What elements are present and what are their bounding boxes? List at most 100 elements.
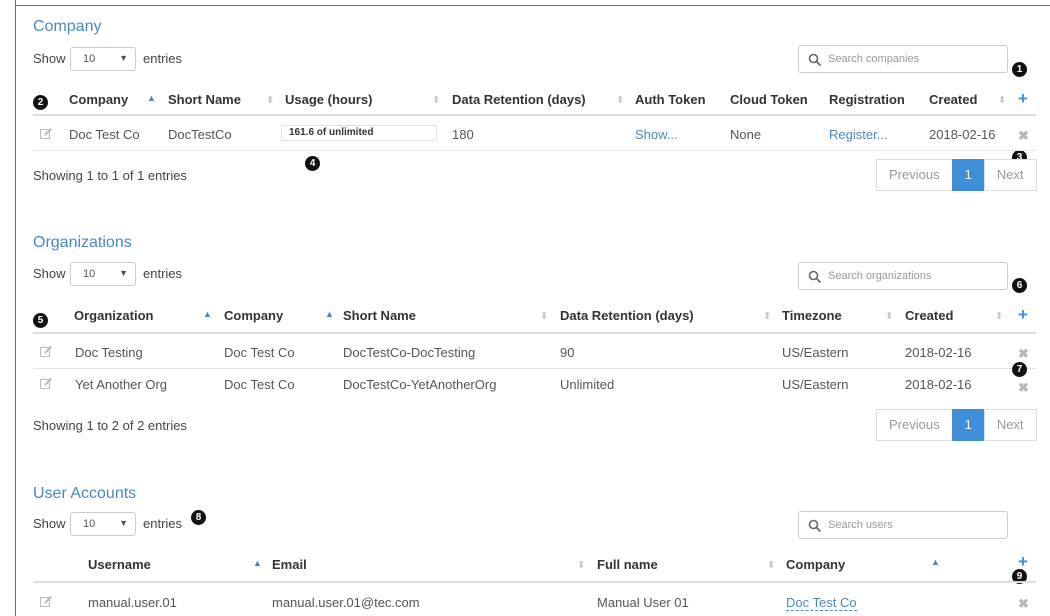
users-search-input[interactable]: Search users [798, 511, 1008, 539]
users-entries-value: 10 [83, 518, 96, 530]
edit-icon [40, 128, 52, 139]
col-header-username[interactable]: Username [88, 557, 151, 572]
sort-asc-icon[interactable]: ▲ [253, 558, 262, 568]
org-show-label: Show [33, 266, 66, 281]
org-cell-company: Doc Test Co [224, 377, 295, 392]
col-header-auth-token[interactable]: Auth Token [635, 92, 706, 107]
company-cell-cloud-token: None [730, 127, 762, 142]
org-cell-name: Yet Another Org [75, 377, 168, 392]
delete-organization-button[interactable]: ✖ [1018, 380, 1029, 396]
sort-asc-icon[interactable]: ▲ [147, 93, 156, 103]
col-header-usage[interactable]: Usage (hours) [285, 92, 372, 107]
col-header-organization[interactable]: Organization [74, 308, 153, 323]
pagination-page-1[interactable]: 1 [951, 159, 985, 191]
users-search-placeholder: Search users [828, 519, 893, 531]
sort-asc-icon[interactable]: ▲ [931, 557, 940, 567]
edit-icon [40, 346, 52, 357]
col-header-created[interactable]: Created [929, 92, 977, 107]
col-header-org-created[interactable]: Created [905, 308, 953, 323]
sort-both-icon[interactable]: ⬍ [540, 312, 548, 322]
col-header-short-name[interactable]: Short Name [168, 92, 241, 107]
company-table-info: Showing 1 to 1 of 1 entries [33, 168, 187, 183]
sort-both-icon[interactable]: ⬍ [266, 96, 274, 106]
col-header-full-name[interactable]: Full name [597, 557, 658, 572]
col-header-org-retention[interactable]: Data Retention (days) [560, 308, 694, 323]
callout-7: 7 [1012, 362, 1027, 377]
org-entries-select[interactable]: 10 ▼ [70, 262, 136, 286]
sort-both-icon[interactable]: ⬍ [998, 96, 1006, 106]
org-cell-created: 2018-02-16 [905, 345, 972, 360]
company-cell-short-name: DocTestCo [168, 127, 232, 142]
pagination-next[interactable]: Next [983, 159, 1037, 191]
sort-asc-icon[interactable]: ▲ [325, 309, 334, 319]
company-show-label: Show [33, 51, 66, 66]
col-header-cloud-token[interactable]: Cloud Token [730, 92, 808, 107]
col-header-data-retention[interactable]: Data Retention (days) [452, 92, 586, 107]
row-divider [33, 368, 1036, 369]
callout-6: 6 [1012, 278, 1027, 293]
delete-company-button[interactable]: ✖ [1018, 128, 1029, 144]
search-icon [808, 270, 822, 284]
usage-bar: 161.6 of unlimited [281, 125, 437, 141]
company-cell-retention: 180 [452, 127, 474, 142]
company-entries-select[interactable]: 10 ▼ [70, 47, 136, 71]
pagination-previous[interactable]: Previous [876, 159, 953, 191]
users-entries-label: entries [143, 516, 183, 531]
delete-organization-button[interactable]: ✖ [1018, 346, 1029, 362]
company-cell-created: 2018-02-16 [929, 127, 996, 142]
company-search-input[interactable]: Search companies [798, 45, 1008, 73]
add-company-button[interactable]: + [1018, 89, 1028, 109]
col-header-email[interactable]: Email [272, 557, 307, 572]
edit-organization-button[interactable] [40, 346, 52, 358]
edit-company-button[interactable] [40, 128, 52, 140]
col-header-user-company[interactable]: Company [786, 557, 845, 572]
frame-border-left [15, 0, 16, 616]
col-header-company[interactable]: Company [69, 92, 128, 107]
row-divider [33, 150, 1036, 151]
sort-both-icon[interactable]: ⬍ [577, 561, 585, 571]
col-header-org-short-name[interactable]: Short Name [343, 308, 416, 323]
sort-both-icon[interactable]: ⬍ [616, 96, 624, 106]
add-organization-button[interactable]: + [1018, 305, 1028, 325]
edit-user-button[interactable] [40, 596, 52, 608]
col-header-org-company[interactable]: Company [224, 308, 283, 323]
callout-5: 5 [33, 313, 48, 328]
sort-both-icon[interactable]: ⬍ [995, 312, 1003, 322]
edit-icon [40, 596, 52, 607]
callout-8: 8 [191, 510, 206, 525]
sort-both-icon[interactable]: ⬍ [885, 312, 893, 322]
users-entries-select[interactable]: 10 ▼ [70, 512, 136, 536]
usage-text: 161.6 of unlimited [289, 127, 374, 138]
company-pagination: Previous 1 Next [876, 159, 1037, 191]
sort-both-icon[interactable]: ⬍ [763, 312, 771, 322]
callout-2: 2 [33, 95, 48, 110]
pagination-next[interactable]: Next [983, 409, 1037, 441]
caret-down-icon: ▼ [119, 53, 128, 63]
org-search-input[interactable]: Search organizations [798, 262, 1008, 290]
org-cell-created: 2018-02-16 [905, 377, 972, 392]
company-entries-value: 10 [83, 53, 96, 65]
company-search-placeholder: Search companies [828, 53, 920, 65]
org-cell-short-name: DocTestCo-YetAnotherOrg [343, 377, 497, 392]
pagination-page-1[interactable]: 1 [951, 409, 985, 441]
edit-organization-button[interactable] [40, 378, 52, 390]
frame-border-top [15, 5, 1050, 6]
sort-asc-icon[interactable]: ▲ [203, 309, 212, 319]
user-company-link[interactable]: Doc Test Co [786, 595, 857, 611]
organizations-section-title: Organizations [33, 234, 132, 251]
user-accounts-section-title: User Accounts [33, 485, 137, 502]
sort-both-icon[interactable]: ⬍ [432, 96, 440, 106]
company-cell-name: Doc Test Co [69, 127, 140, 142]
org-search-placeholder: Search organizations [828, 270, 932, 282]
users-show-label: Show [33, 516, 66, 531]
sort-both-icon[interactable]: ⬍ [767, 561, 775, 571]
auth-token-show-link[interactable]: Show... [635, 127, 678, 142]
pagination-previous[interactable]: Previous [876, 409, 953, 441]
delete-user-button[interactable]: ✖ [1018, 596, 1029, 612]
col-header-timezone[interactable]: Timezone [782, 308, 842, 323]
org-cell-timezone: US/Eastern [782, 377, 849, 392]
org-cell-timezone: US/Eastern [782, 345, 849, 360]
search-icon [808, 519, 822, 533]
col-header-registration[interactable]: Registration [829, 92, 905, 107]
register-link[interactable]: Register... [829, 127, 888, 142]
